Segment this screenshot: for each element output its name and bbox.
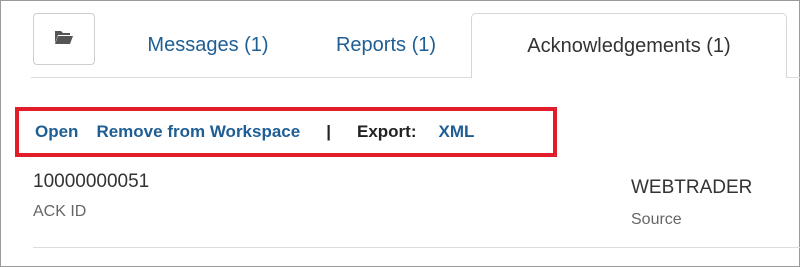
export-xml-link[interactable]: XML [438, 122, 474, 142]
tab-acknowledgements[interactable]: Acknowledgements (1) [471, 13, 787, 78]
ack-id-label: ACK ID [33, 203, 87, 220]
acknowledgement-record[interactable]: 10000000051 ACK ID WEBTRADER Source [33, 171, 800, 248]
folder-open-icon [54, 29, 74, 50]
tab-messages[interactable]: Messages (1) [133, 13, 283, 77]
acknowledgements-panel: Messages (1) Reports (1) Acknowledgement… [0, 0, 800, 267]
action-toolbar: Open Remove from Workspace | Export: XML [15, 107, 557, 157]
tab-reports-label: Reports (1) [335, 33, 437, 56]
toolbar-separator: | [326, 122, 331, 141]
source-label: Source [631, 211, 682, 228]
tab-reports[interactable]: Reports (1) [321, 13, 451, 77]
remove-from-workspace-link[interactable]: Remove from Workspace [96, 122, 300, 142]
folder-button[interactable] [33, 13, 95, 65]
ack-id-value: 10000000051 [33, 171, 150, 192]
tab-messages-label: Messages (1) [147, 33, 269, 56]
tab-bar: Messages (1) Reports (1) Acknowledgement… [31, 13, 800, 78]
tab-acknowledgements-label: Acknowledgements (1) [527, 34, 731, 57]
export-label: Export: [356, 122, 417, 141]
source-value: WEBTRADER [631, 177, 753, 198]
open-link[interactable]: Open [35, 122, 78, 142]
